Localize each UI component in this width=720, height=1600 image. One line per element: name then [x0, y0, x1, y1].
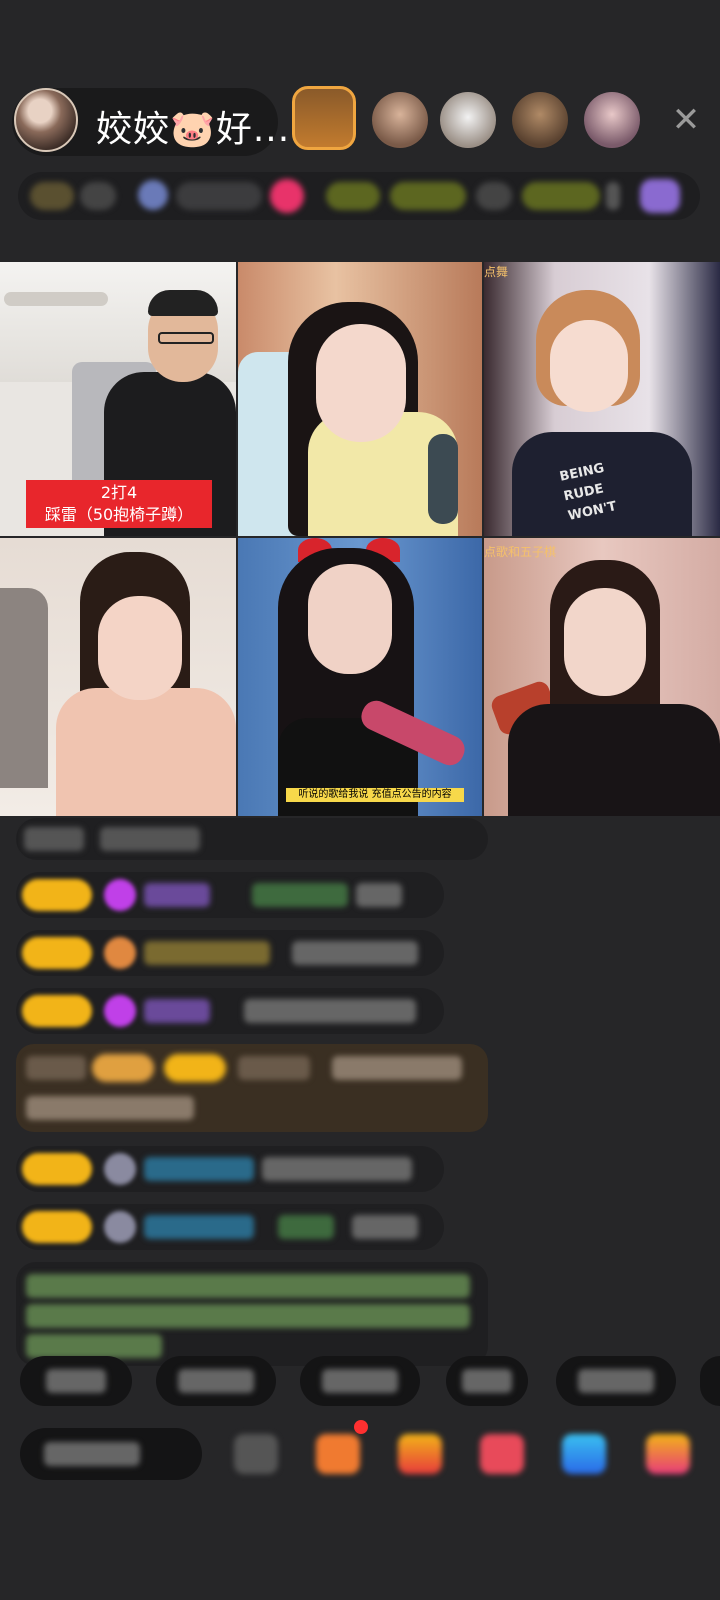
game-icon[interactable] — [480, 1434, 524, 1474]
notification-dot — [354, 1420, 368, 1434]
task-chip[interactable] — [522, 182, 600, 210]
rank-icon — [138, 180, 168, 210]
top-viewer-avatar-1[interactable] — [292, 86, 356, 150]
chat-message[interactable] — [16, 818, 488, 860]
gift-icon[interactable] — [270, 179, 304, 213]
emoji-icon[interactable] — [234, 1434, 278, 1474]
event-icon[interactable] — [640, 179, 680, 213]
info-chip — [80, 182, 116, 210]
quick-reply-button[interactable] — [446, 1356, 528, 1406]
quick-reply-button[interactable] — [556, 1356, 676, 1406]
quick-reply-button[interactable] — [700, 1356, 720, 1406]
task-chip[interactable] — [390, 182, 466, 210]
chat-message[interactable] — [16, 872, 444, 918]
chat-message[interactable] — [16, 930, 444, 976]
gift-box-icon[interactable] — [398, 1434, 442, 1474]
chat-input[interactable] — [20, 1428, 202, 1480]
shop-icon[interactable] — [316, 1434, 360, 1474]
quick-reply-button[interactable] — [156, 1356, 276, 1406]
viewer-avatar-5[interactable] — [584, 92, 640, 148]
video-tile-5[interactable] — [238, 538, 482, 816]
video-tile-4[interactable] — [0, 538, 236, 816]
video-tile-2[interactable] — [238, 262, 482, 536]
tile-5-subtitle: 听说的歌给我说 充值点公告的内容 — [286, 788, 464, 802]
info-chip — [606, 182, 620, 210]
task-chip[interactable] — [326, 182, 380, 210]
system-notice — [16, 1262, 488, 1366]
viewer-avatar-3[interactable] — [440, 92, 496, 148]
caption-line-2: 踩雷（50抱椅子蹲） — [44, 505, 194, 524]
video-tile-3[interactable]: BEING RUDE WON'T — [484, 262, 720, 536]
quick-reply-button[interactable] — [20, 1356, 132, 1406]
tile-1-caption: 2打4 踩雷（50抱椅子蹲） — [26, 480, 212, 528]
chat-message-highlight[interactable] — [16, 1044, 488, 1132]
chat-message[interactable] — [16, 988, 444, 1034]
tile-6-tag: 点歌和五子棋 — [484, 545, 557, 559]
info-chip — [476, 182, 512, 210]
host-avatar[interactable] — [14, 88, 78, 152]
tile-3-tag: 点舞 — [484, 265, 509, 279]
viewer-avatar-4[interactable] — [512, 92, 568, 148]
video-tile-6[interactable] — [484, 538, 720, 816]
level-badge — [30, 182, 74, 210]
chat-message[interactable] — [16, 1204, 444, 1250]
gift-icon[interactable] — [646, 1434, 690, 1474]
viewer-avatar-2[interactable] — [372, 92, 428, 148]
chat-message[interactable] — [16, 1146, 444, 1192]
info-chip — [176, 182, 262, 210]
caption-line-1: 2打4 — [100, 483, 138, 502]
close-icon[interactable]: ✕ — [668, 102, 704, 138]
quick-reply-button[interactable] — [300, 1356, 420, 1406]
host-name[interactable]: 姣姣🐷好... — [96, 100, 290, 152]
fan-club-icon[interactable] — [562, 1434, 606, 1474]
